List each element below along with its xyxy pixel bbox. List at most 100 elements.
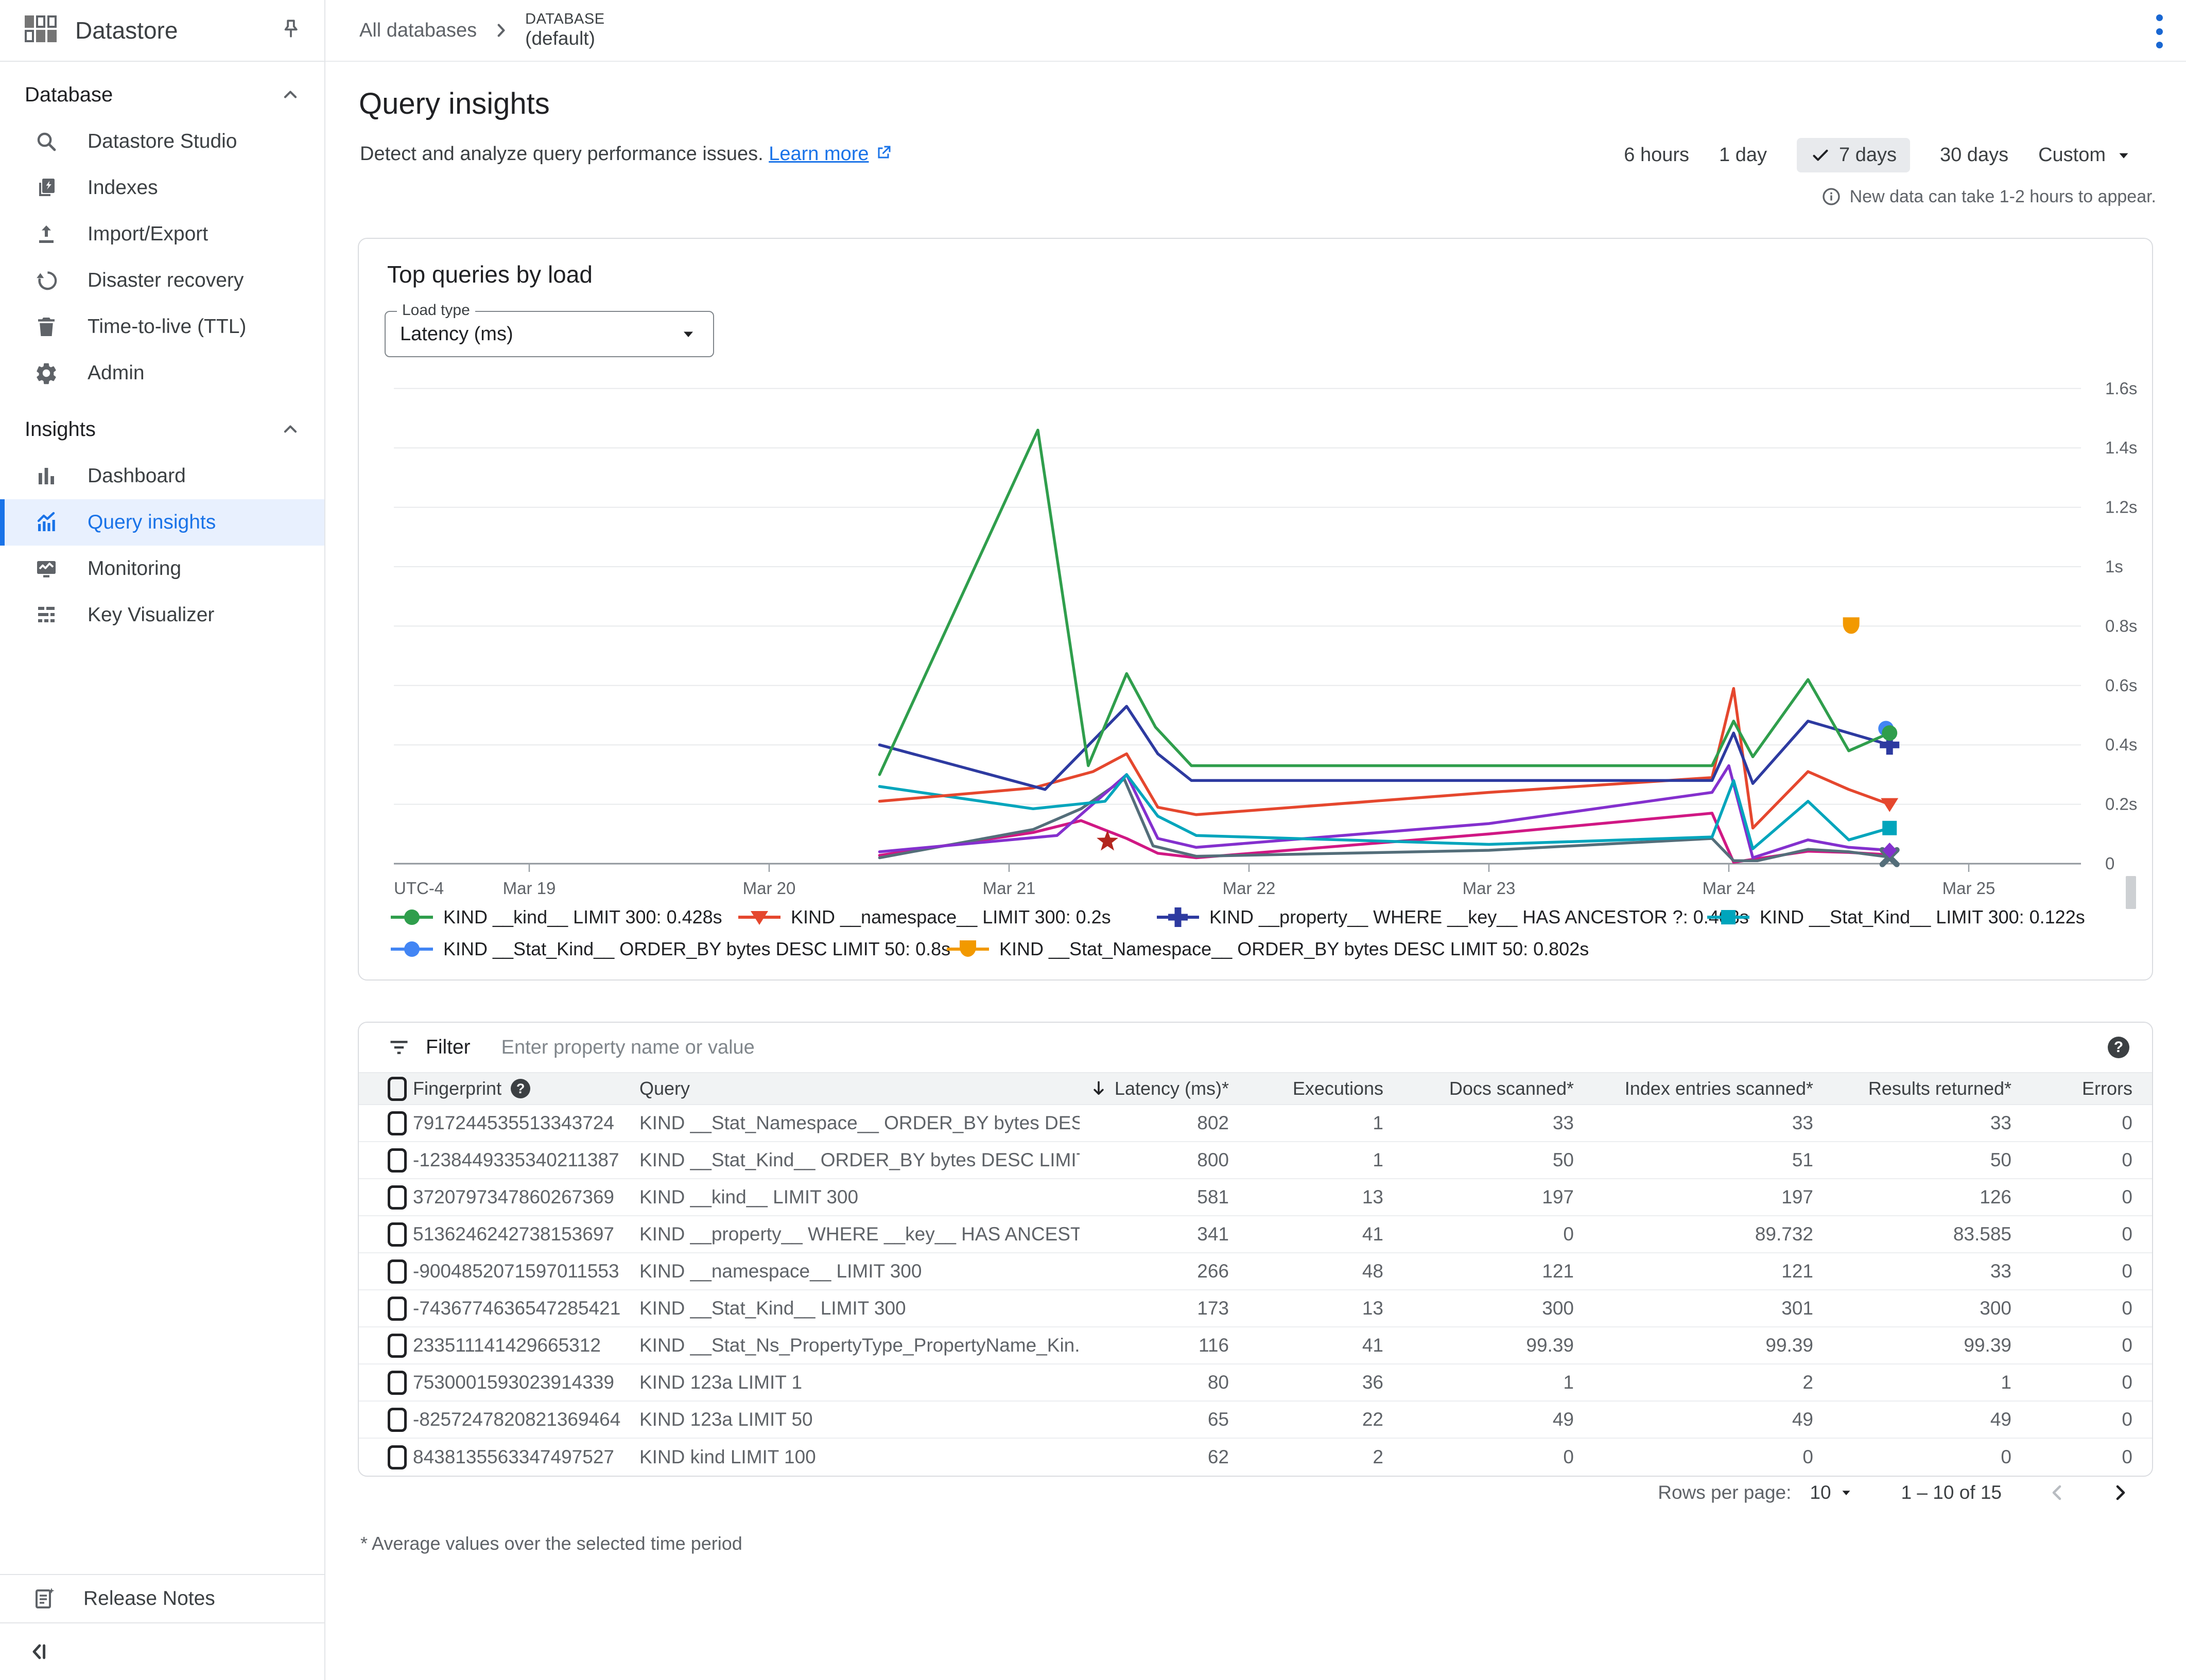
cell-results: 49 <box>1813 1409 2011 1430</box>
table-row[interactable]: -1238449335340211387 KIND __Stat_Kind__ … <box>359 1142 2152 1179</box>
select-all-checkbox[interactable] <box>388 1077 407 1101</box>
svg-text:0: 0 <box>2105 854 2114 873</box>
chart-card-title: Top queries by load <box>387 260 593 288</box>
col-executions[interactable]: Executions <box>1229 1078 1383 1099</box>
table-row[interactable]: 5136246242738153697 KIND __property__ WH… <box>359 1216 2152 1253</box>
sidebar-item-import-export[interactable]: Import/Export <box>0 211 324 257</box>
cell-results: 33 <box>1813 1112 2011 1134</box>
top-queries-chart[interactable]: 1.6s1.4s1.2s1s0.8s0.6s0.4s0.2s0Mar 19Mar… <box>359 330 2154 904</box>
cell-latency: 173 <box>1080 1298 1229 1319</box>
sidebar-item-ttl[interactable]: Time-to-live (TTL) <box>0 304 324 350</box>
section-insights[interactable]: Insights <box>0 406 324 453</box>
col-docs-scanned[interactable]: Docs scanned* <box>1383 1078 1574 1099</box>
queries-table-card: Filter ? Fingerprint ? Query Latency (ms… <box>358 1022 2153 1477</box>
legend-label: KIND __Stat_Kind__ LIMIT 300: 0.122s <box>1760 906 2085 928</box>
col-query[interactable]: Query <box>639 1078 1080 1099</box>
col-results-returned[interactable]: Results returned* <box>1813 1078 2011 1099</box>
table-row[interactable]: 7917244535513343724 KIND __Stat_Namespac… <box>359 1105 2152 1142</box>
sidebar-item-key-visualizer[interactable]: Key Visualizer <box>0 592 324 638</box>
table-help-icon[interactable]: ? <box>2108 1037 2129 1058</box>
cell-errors: 0 <box>2011 1261 2132 1282</box>
collapse-sidebar-button[interactable] <box>0 1623 324 1680</box>
table-row[interactable]: 233511141429665312 KIND __Stat_Ns_Proper… <box>359 1327 2152 1364</box>
sidebar-item-indexes[interactable]: Indexes <box>0 165 324 211</box>
trash-icon <box>32 312 61 341</box>
sidebar-item-query-insights[interactable]: Query insights <box>0 499 324 546</box>
cell-results: 33 <box>1813 1261 2011 1282</box>
row-checkbox[interactable] <box>388 1259 407 1284</box>
row-checkbox[interactable] <box>388 1445 407 1469</box>
more-options-menu[interactable] <box>2144 14 2175 48</box>
chevron-up-icon <box>279 83 302 106</box>
learn-more-link[interactable]: Learn more <box>769 143 869 165</box>
col-errors[interactable]: Errors <box>2011 1078 2132 1099</box>
history-clock-icon <box>32 266 61 295</box>
range-custom[interactable]: Custom <box>2038 144 2132 166</box>
cell-results: 99.39 <box>1813 1335 2011 1356</box>
sidebar-item-datastore-studio[interactable]: Datastore Studio <box>0 118 324 165</box>
table-row[interactable]: -9004852071597011553 KIND __namespace__ … <box>359 1253 2152 1290</box>
legend-item[interactable]: KIND __Stat_Kind__ LIMIT 300: 0.122s <box>1706 905 2085 929</box>
table-footnote: * Average values over the selected time … <box>360 1533 742 1554</box>
fingerprint-help-icon[interactable]: ? <box>511 1079 530 1098</box>
col-index-entries[interactable]: Index entries scanned* <box>1574 1078 1813 1099</box>
section-database[interactable]: Database <box>0 71 324 118</box>
col-fingerprint[interactable]: Fingerprint ? <box>413 1078 639 1099</box>
legend-item[interactable]: KIND __kind__ LIMIT 300: 0.428s <box>390 905 722 929</box>
row-checkbox[interactable] <box>388 1371 407 1395</box>
upload-icon <box>32 220 61 249</box>
release-notes-item[interactable]: Release Notes <box>0 1575 324 1622</box>
col-latency[interactable]: Latency (ms)* <box>1080 1078 1229 1099</box>
sidebar-item-admin[interactable]: Admin <box>0 350 324 396</box>
row-checkbox[interactable] <box>388 1334 407 1358</box>
range-1-day[interactable]: 1 day <box>1719 144 1767 166</box>
row-checkbox[interactable] <box>388 1148 407 1172</box>
cell-errors: 0 <box>2011 1223 2132 1245</box>
cell-errors: 0 <box>2011 1298 2132 1319</box>
svg-text:0.6s: 0.6s <box>2105 676 2137 695</box>
legend-scrollbar[interactable] <box>2126 876 2136 909</box>
legend-label: KIND __Stat_Namespace__ ORDER_BY bytes D… <box>999 938 1589 960</box>
breadcrumb-all-databases[interactable]: All databases <box>359 20 477 42</box>
cell-index-entries: 33 <box>1574 1112 1813 1134</box>
cell-results: 0 <box>1813 1446 2011 1468</box>
cell-latency: 802 <box>1080 1112 1229 1134</box>
table-row[interactable]: -8257247820821369464 KIND 123a LIMIT 50 … <box>359 1402 2152 1439</box>
cell-index-entries: 197 <box>1574 1186 1813 1208</box>
rows-per-page-select[interactable]: 10 <box>1810 1482 1853 1503</box>
legend-item[interactable]: KIND __Stat_Kind__ ORDER_BY bytes DESC L… <box>390 937 950 961</box>
sidebar-item-monitoring[interactable]: Monitoring <box>0 546 324 592</box>
sidebar-item-disaster-recovery[interactable]: Disaster recovery <box>0 257 324 304</box>
row-checkbox[interactable] <box>388 1408 407 1432</box>
row-checkbox[interactable] <box>388 1222 407 1247</box>
range-6-hours[interactable]: 6 hours <box>1624 144 1689 166</box>
legend-item[interactable]: KIND __Stat_Namespace__ ORDER_BY bytes D… <box>946 937 1589 961</box>
next-page-icon[interactable] <box>2108 1480 2132 1505</box>
cell-executions: 41 <box>1229 1335 1383 1356</box>
page-subtitle: Detect and analyze query performance iss… <box>360 143 893 165</box>
cell-fingerprint: 5136246242738153697 <box>413 1223 639 1245</box>
cell-query: KIND __kind__ LIMIT 300 <box>639 1186 1080 1208</box>
table-row[interactable]: 7530001593023914339 KIND 123a LIMIT 1 80… <box>359 1364 2152 1402</box>
filter-input[interactable] <box>501 1037 2108 1059</box>
info-icon <box>1821 186 1842 207</box>
pin-icon[interactable] <box>278 18 304 43</box>
filter-icon <box>388 1036 410 1059</box>
row-checkbox[interactable] <box>388 1185 407 1210</box>
range-30-days[interactable]: 30 days <box>1940 144 2008 166</box>
legend-item[interactable]: KIND __property__ WHERE __key__ HAS ANCE… <box>1156 905 1749 929</box>
cell-fingerprint: 3720797347860267369 <box>413 1186 639 1208</box>
sidebar-item-label: Indexes <box>88 177 158 199</box>
prev-page-icon[interactable] <box>2045 1480 2070 1505</box>
cell-errors: 0 <box>2011 1372 2132 1393</box>
table-row[interactable]: 8438135563347497527 KIND kind LIMIT 100 … <box>359 1439 2152 1476</box>
table-row[interactable]: 3720797347860267369 KIND __kind__ LIMIT … <box>359 1179 2152 1216</box>
cell-docs: 49 <box>1383 1409 1574 1430</box>
row-checkbox[interactable] <box>388 1297 407 1321</box>
legend-item[interactable]: KIND __namespace__ LIMIT 300: 0.2s <box>737 905 1111 929</box>
table-row[interactable]: -7436774636547285421 KIND __Stat_Kind__ … <box>359 1290 2152 1327</box>
range-7-days-selected[interactable]: 7 days <box>1797 138 1910 172</box>
row-checkbox[interactable] <box>388 1111 407 1135</box>
sidebar-item-dashboard[interactable]: Dashboard <box>0 453 324 499</box>
cell-index-entries: 89.732 <box>1574 1223 1813 1245</box>
